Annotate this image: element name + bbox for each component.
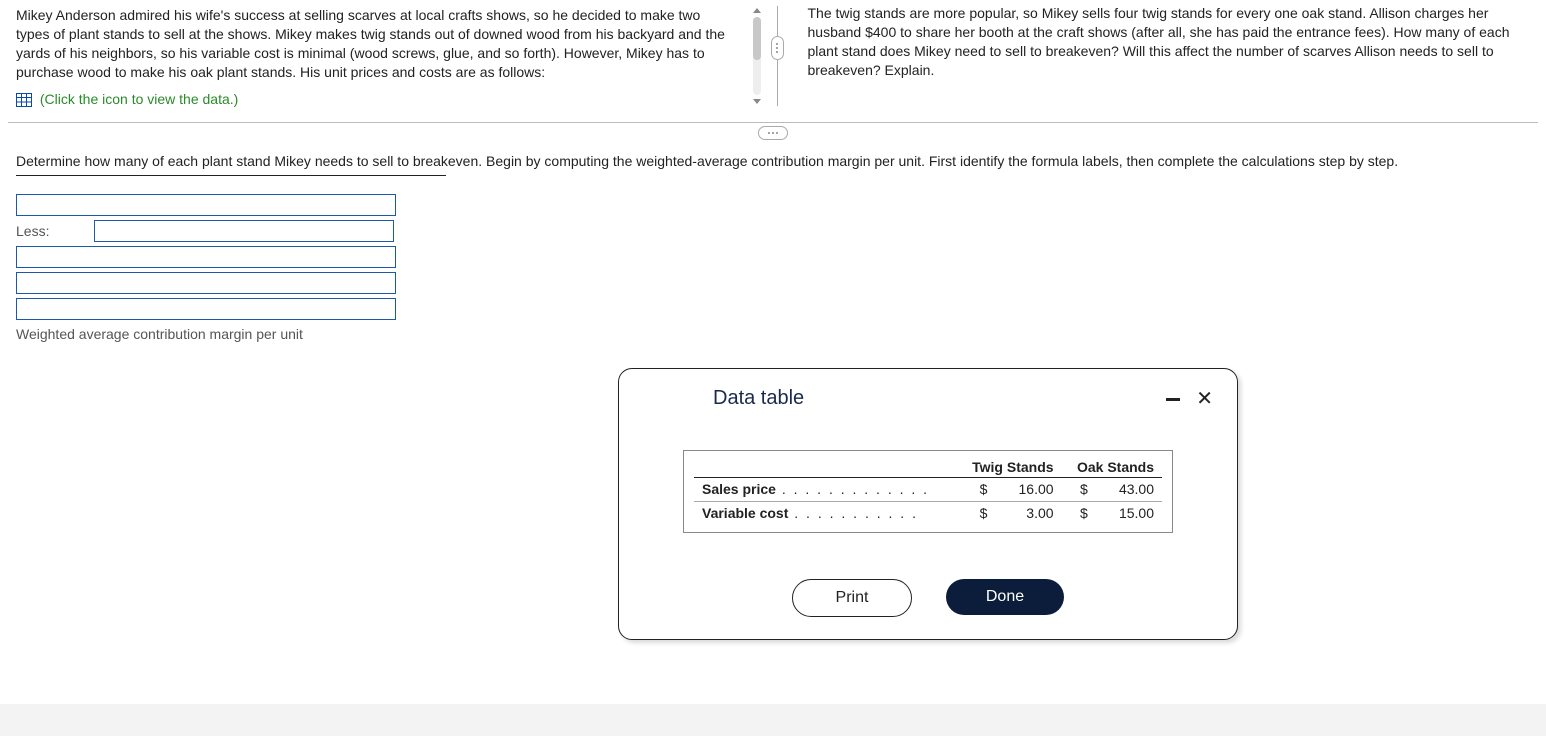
row-value-twig: $ 3.00 [956,502,1061,525]
table-header-oak: Oak Stands [1062,455,1162,478]
row-value-twig: $ 16.00 [956,478,1061,502]
row-label: Sales price . . . . . . . . . . . . . [694,478,956,502]
question-top: Mikey Anderson admired his wife's succes… [0,0,1546,108]
table-header-row: Twig Stands Oak Stands [694,455,1162,478]
formula-input-1[interactable] [16,194,396,216]
left-scrollbar[interactable] [747,4,767,108]
table-row: Sales price . . . . . . . . . . . . . $ … [694,478,1162,502]
vertical-splitter-grip[interactable] [771,36,784,60]
formula-area: Less: Weighted average contribution marg… [0,176,1546,342]
data-table-dialog: Data table ✕ Twig Stands Oak Stands Sale… [618,368,1238,640]
row-value-oak: $ 15.00 [1062,502,1162,525]
table-header-twig: Twig Stands [956,455,1061,478]
table-header-blank [694,455,956,478]
less-label: Less: [16,223,94,239]
formula-input-3[interactable] [16,246,396,268]
question-left-column: Mikey Anderson admired his wife's succes… [16,4,747,108]
table-row: Variable cost . . . . . . . . . . . $ 3.… [694,502,1162,525]
data-table: Twig Stands Oak Stands Sales price . . .… [683,450,1173,533]
row-value-oak: $ 43.00 [1062,478,1162,502]
close-icon[interactable]: ✕ [1196,389,1213,409]
instruction-text: Determine how many of each plant stand M… [16,153,1398,169]
result-label: Weighted average contribution margin per… [16,326,1530,342]
data-table-icon[interactable] [16,93,32,107]
vertical-splitter[interactable] [777,6,778,106]
scroll-up-icon[interactable] [753,8,761,13]
row-label: Variable cost . . . . . . . . . . . [694,502,956,525]
data-icon-row: (Click the icon to view the data.) [16,90,735,109]
scroll-down-icon[interactable] [753,99,761,104]
dialog-controls: ✕ [1166,389,1213,409]
scroll-track[interactable] [753,17,761,95]
horizontal-splitter[interactable] [8,122,1538,142]
scroll-thumb[interactable] [753,17,761,60]
dialog-header: Data table ✕ [643,387,1213,410]
horizontal-splitter-grip[interactable] [758,126,788,140]
formula-input-4[interactable] [16,272,396,294]
footer-strip [0,704,1546,736]
question-right-text: The twig stands are more popular, so Mik… [808,5,1510,78]
formula-input-5[interactable] [16,298,396,320]
horizontal-rule [8,122,1538,123]
dialog-buttons: Print Done [643,579,1213,617]
instruction-block: Determine how many of each plant stand M… [0,142,1546,176]
minimize-icon[interactable] [1166,389,1180,409]
question-left-text: Mikey Anderson admired his wife's succes… [16,7,725,80]
print-button[interactable]: Print [792,579,912,617]
question-right-column: The twig stands are more popular, so Mik… [788,4,1539,108]
view-data-link[interactable]: (Click the icon to view the data.) [40,91,238,107]
formula-input-less[interactable] [94,220,394,242]
done-button[interactable]: Done [946,579,1064,615]
dialog-title: Data table [643,387,804,410]
